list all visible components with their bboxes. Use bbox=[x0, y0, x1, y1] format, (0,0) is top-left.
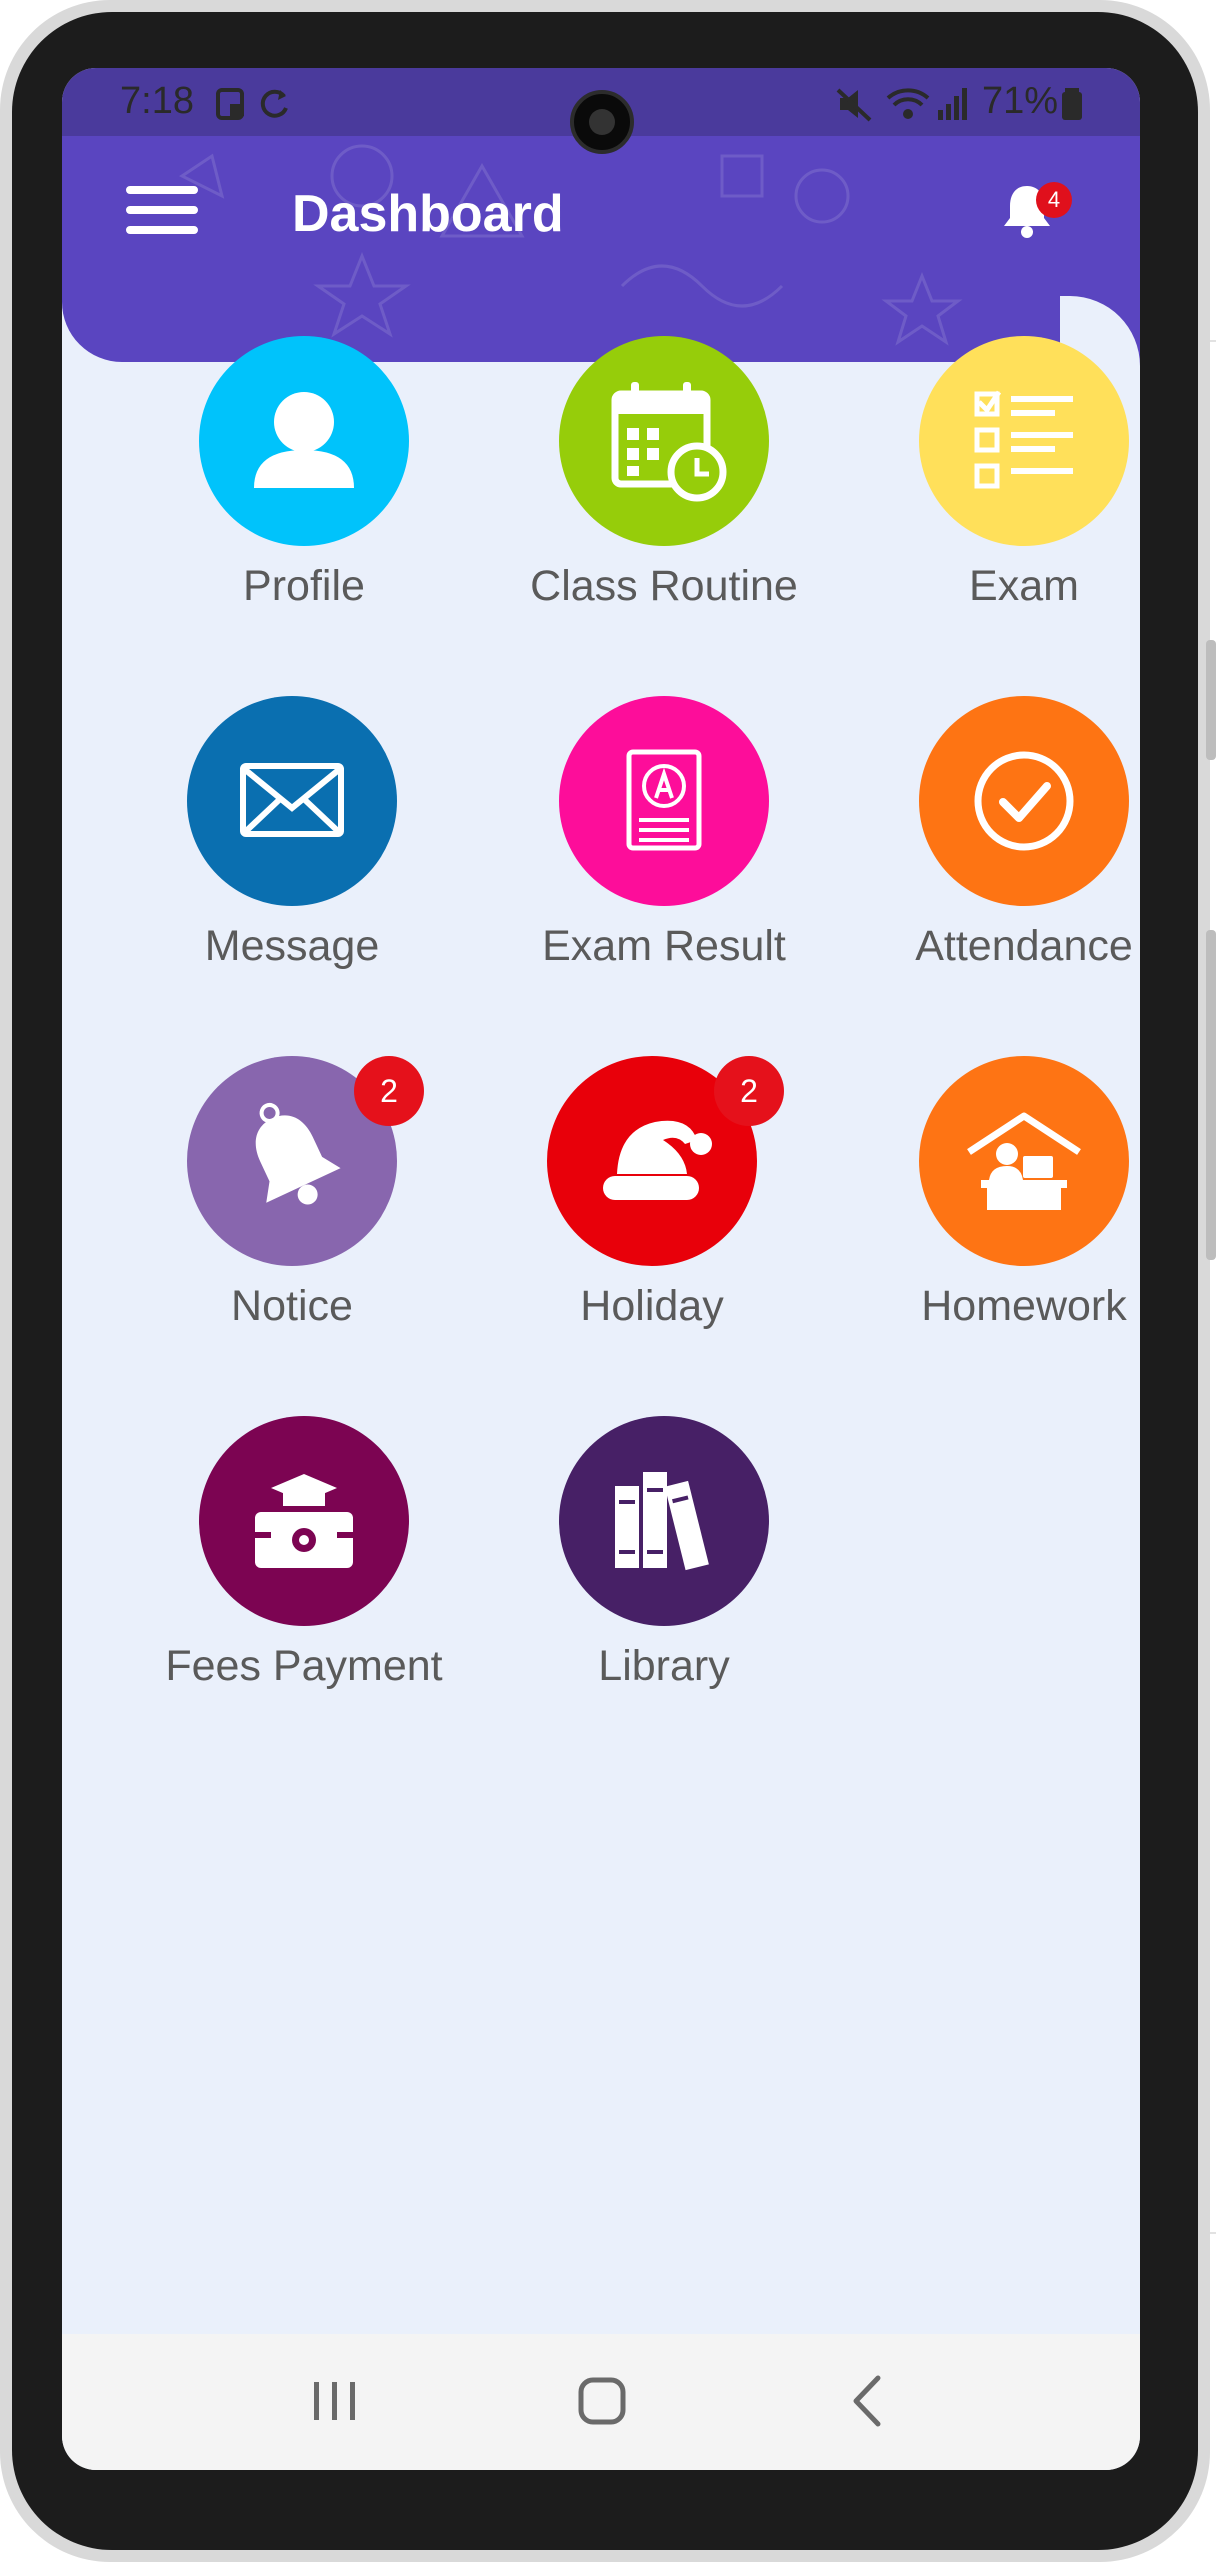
tile-label: Class Routine bbox=[530, 562, 798, 610]
battery-percent: 71% bbox=[981, 80, 1058, 122]
front-camera bbox=[570, 90, 634, 154]
tile-icon-circle bbox=[919, 696, 1129, 906]
tile-label: Library bbox=[598, 1642, 730, 1690]
page-title: Dashboard bbox=[292, 185, 564, 243]
home-desk-icon bbox=[967, 1112, 1081, 1210]
tile-icon-circle bbox=[187, 696, 397, 906]
tile-fees-payment[interactable]: Fees Payment bbox=[134, 1416, 474, 1746]
tile-attendance[interactable]: Attendance bbox=[854, 696, 1140, 1026]
person-icon bbox=[254, 392, 354, 488]
volume-button bbox=[1206, 640, 1216, 760]
holiday-count-badge: 2 bbox=[714, 1056, 784, 1126]
tile-message[interactable]: Message bbox=[122, 696, 462, 1026]
hamburger-icon bbox=[126, 186, 198, 194]
tile-label: Fees Payment bbox=[165, 1642, 443, 1690]
hamburger-icon bbox=[126, 206, 198, 214]
battery-icon bbox=[1062, 88, 1082, 120]
doodle-pattern bbox=[179, 144, 963, 346]
screenshot-icon bbox=[216, 88, 244, 120]
checklist-icon bbox=[974, 390, 1073, 489]
tile-label: Message bbox=[204, 922, 380, 970]
phone-screen: 7:18 71% Dashboard 4 Profile Class Routi… bbox=[62, 68, 1140, 2470]
signal-icon bbox=[938, 88, 967, 120]
status-time: 7:18 bbox=[120, 80, 194, 122]
system-nav-bar bbox=[62, 2334, 1140, 2470]
tile-icon-circle bbox=[559, 1416, 769, 1626]
tile-label: Profile bbox=[243, 562, 365, 610]
tile-holiday[interactable]: 2 Holiday bbox=[482, 1056, 822, 1386]
tile-label: Notice bbox=[231, 1282, 353, 1330]
tile-label: Homework bbox=[921, 1282, 1127, 1330]
menu-button[interactable] bbox=[126, 186, 198, 242]
calendar-clock-icon bbox=[611, 382, 727, 502]
tile-homework[interactable]: Homework bbox=[854, 1056, 1140, 1386]
grade-report-icon bbox=[626, 749, 702, 851]
home-icon[interactable] bbox=[567, 2366, 637, 2436]
wifi-icon bbox=[886, 88, 930, 119]
app-header bbox=[62, 136, 1140, 362]
power-button bbox=[1206, 930, 1216, 1260]
tile-label: Attendance bbox=[915, 922, 1133, 970]
tile-icon-circle bbox=[559, 336, 769, 546]
tile-icon-circle bbox=[199, 336, 409, 546]
tile-profile[interactable]: Profile bbox=[134, 336, 474, 666]
envelope-icon bbox=[240, 763, 344, 837]
recent-apps-icon[interactable] bbox=[300, 2366, 370, 2436]
tile-icon-circle bbox=[919, 1056, 1129, 1266]
checkmark-circle-icon bbox=[974, 751, 1074, 851]
tile-notice[interactable]: 2 Notice bbox=[122, 1056, 462, 1386]
tile-label: Holiday bbox=[580, 1282, 724, 1330]
tile-library[interactable]: Library bbox=[494, 1416, 834, 1746]
mute-icon bbox=[836, 88, 872, 122]
tile-exam-result[interactable]: Exam Result bbox=[494, 696, 834, 1026]
tile-exam[interactable]: Exam bbox=[854, 336, 1140, 666]
tile-icon-circle bbox=[919, 336, 1129, 546]
tile-icon-circle bbox=[559, 696, 769, 906]
tile-label: Exam bbox=[969, 562, 1079, 610]
graduation-wallet-icon bbox=[255, 1474, 353, 1568]
sync-icon bbox=[260, 89, 288, 118]
tile-label: Exam Result bbox=[542, 922, 786, 970]
books-icon bbox=[615, 1472, 709, 1571]
tile-icon-circle bbox=[199, 1416, 409, 1626]
notice-count-badge: 2 bbox=[354, 1056, 424, 1126]
tile-class-routine[interactable]: Class Routine bbox=[494, 336, 834, 666]
notification-count-badge: 4 bbox=[1036, 182, 1072, 218]
back-icon[interactable] bbox=[834, 2366, 904, 2436]
hamburger-icon bbox=[126, 226, 198, 234]
